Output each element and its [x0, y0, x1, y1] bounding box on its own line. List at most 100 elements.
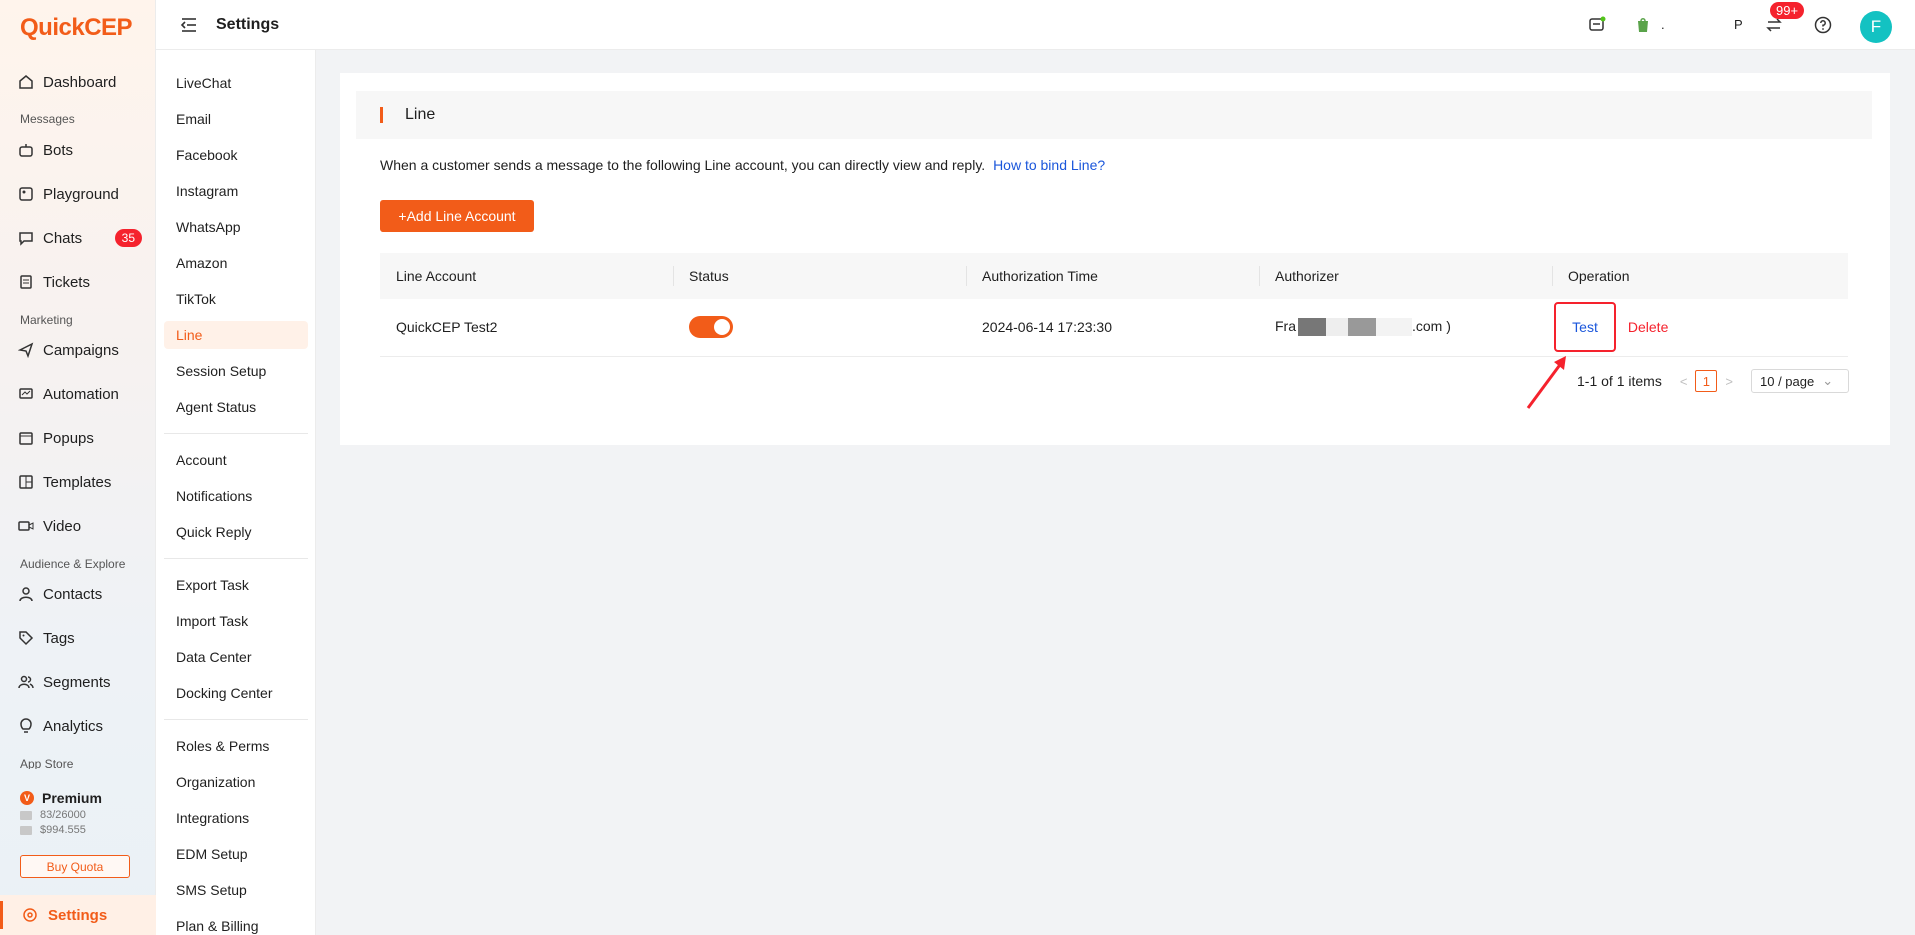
- section-accent-bar: [380, 107, 383, 123]
- prev-page-icon[interactable]: <: [1680, 374, 1688, 389]
- submenu-account[interactable]: Account: [164, 446, 308, 474]
- nav-group-marketing: Marketing: [20, 313, 73, 327]
- submenu-docking-center[interactable]: Docking Center: [164, 679, 308, 707]
- nav-settings[interactable]: Settings: [0, 895, 156, 935]
- submenu-amazon[interactable]: Amazon: [164, 249, 308, 277]
- nav-tickets[interactable]: Tickets: [0, 267, 156, 297]
- nav-chats-label: Chats: [43, 229, 83, 247]
- page-size-select[interactable]: 10 / page ⌄: [1751, 369, 1850, 393]
- user-icon: [18, 586, 34, 602]
- column-header-status: Status: [673, 253, 966, 299]
- page-title: Settings: [216, 16, 280, 33]
- nav-bots-label: Bots: [43, 141, 74, 159]
- nav-popups[interactable]: Popups: [0, 423, 156, 453]
- submenu-email[interactable]: Email: [164, 105, 308, 133]
- submenu-facebook[interactable]: Facebook: [164, 141, 308, 169]
- quota-balance-row: $994.555: [20, 824, 140, 836]
- submenu-divider: [164, 558, 308, 559]
- nav-contacts-label: Contacts: [43, 585, 103, 603]
- page-size-value: 10 / page: [1760, 373, 1815, 389]
- submenu-instagram[interactable]: Instagram: [164, 177, 308, 205]
- nav-automation[interactable]: Automation: [0, 379, 156, 409]
- quickcep-logo[interactable]: QuickCEP: [20, 14, 133, 42]
- submenu-export-task[interactable]: Export Task: [164, 571, 308, 599]
- redacted-block: [1326, 318, 1348, 337]
- nav-campaigns[interactable]: Campaigns: [0, 335, 156, 365]
- nav-bots[interactable]: Bots: [0, 135, 156, 165]
- nav-templates[interactable]: Templates: [0, 467, 156, 497]
- submenu-livechat[interactable]: LiveChat: [164, 69, 308, 97]
- submenu-whatsapp[interactable]: WhatsApp: [164, 213, 308, 241]
- pagination-summary: 1-1 of 1 items: [1577, 373, 1662, 389]
- submenu-roles-perms[interactable]: Roles & Perms: [164, 732, 308, 760]
- submenu-tiktok[interactable]: TikTok: [164, 285, 308, 313]
- column-header-authorizer: Authorizer: [1259, 253, 1552, 299]
- nav-video[interactable]: Video: [0, 511, 156, 541]
- submenu-import-task[interactable]: Import Task: [164, 607, 308, 635]
- submenu-line[interactable]: Line: [164, 321, 308, 349]
- nav-chats[interactable]: Chats 35: [0, 223, 156, 253]
- bulb-icon: [18, 718, 34, 734]
- user-initial[interactable]: P: [1734, 17, 1743, 32]
- nav-tags[interactable]: Tags: [0, 623, 156, 653]
- left-sidebar: QuickCEP Dashboard Messages Bots Playgro…: [0, 0, 156, 935]
- how-to-bind-link[interactable]: How to bind Line?: [993, 157, 1105, 173]
- submenu-session-setup[interactable]: Session Setup: [164, 357, 308, 385]
- submenu-plan-billing[interactable]: Plan & Billing: [164, 912, 308, 935]
- next-page-icon[interactable]: >: [1725, 374, 1733, 389]
- automation-icon: [18, 386, 34, 402]
- table-row: QuickCEP Test2 2024-06-14 17:23:30 Fra .c…: [380, 299, 1848, 357]
- submenu-notifications[interactable]: Notifications: [164, 482, 308, 510]
- submenu-edm-setup[interactable]: EDM Setup: [164, 840, 308, 868]
- test-button[interactable]: Test: [1554, 302, 1616, 353]
- column-header-auth-time: Authorization Time: [966, 253, 1259, 299]
- nav-contacts[interactable]: Contacts: [0, 579, 156, 609]
- help-icon[interactable]: [1814, 16, 1832, 34]
- nav-popups-label: Popups: [43, 429, 94, 447]
- section-title: Line: [405, 106, 436, 123]
- cell-account: QuickCEP Test2: [380, 299, 673, 357]
- notification-badge: 99+: [1770, 2, 1805, 19]
- ticket-icon: [18, 274, 34, 290]
- nav-dashboard-label: Dashboard: [43, 73, 117, 91]
- nav-playground[interactable]: Playground: [0, 179, 156, 209]
- redacted-block: [1298, 318, 1326, 337]
- nav-analytics[interactable]: Analytics: [0, 711, 156, 741]
- submenu-data-center[interactable]: Data Center: [164, 643, 308, 671]
- store-name[interactable]: .: [1661, 17, 1665, 32]
- submenu-quick-reply[interactable]: Quick Reply: [164, 518, 308, 546]
- redacted-block: [1348, 318, 1376, 337]
- submenu-organization[interactable]: Organization: [164, 768, 308, 796]
- menu-fold-icon[interactable]: [180, 16, 198, 34]
- nav-group-appstore: App Store: [20, 757, 74, 769]
- section-description: When a customer sends a message to the f…: [380, 157, 1105, 173]
- status-toggle[interactable]: [689, 316, 733, 339]
- nav-segments-label: Segments: [43, 673, 111, 691]
- submenu-sms-setup[interactable]: SMS Setup: [164, 876, 308, 904]
- shopify-icon[interactable]: [1634, 16, 1652, 34]
- authorizer-suffix: .com ): [1412, 318, 1451, 335]
- cell-operation: Test Delete: [1552, 299, 1848, 357]
- add-line-account-button[interactable]: +Add Line Account: [380, 200, 534, 232]
- popup-icon: [18, 430, 34, 446]
- authorizer-prefix: Fra: [1275, 318, 1296, 335]
- user-avatar[interactable]: F: [1860, 11, 1892, 43]
- quota-balance: $994.555: [40, 824, 86, 836]
- cell-status: [673, 299, 966, 357]
- nav-automation-label: Automation: [43, 385, 119, 403]
- mail-icon: [20, 810, 32, 820]
- nav-group-audience: Audience & Explore: [20, 557, 126, 571]
- delete-button[interactable]: Delete: [1628, 319, 1668, 335]
- submenu-agent-status[interactable]: Agent Status: [164, 393, 308, 421]
- nav-templates-label: Templates: [43, 473, 112, 491]
- message-status-icon[interactable]: [1588, 16, 1606, 34]
- nav-video-label: Video: [43, 517, 82, 535]
- nav-segments[interactable]: Segments: [0, 667, 156, 697]
- premium-title: V Premium: [20, 790, 140, 806]
- nav-dashboard[interactable]: Dashboard: [0, 67, 156, 97]
- pagination: 1-1 of 1 items < 1 > 10 / page ⌄: [1577, 369, 1850, 393]
- buy-quota-button[interactable]: Buy Quota: [20, 855, 130, 878]
- submenu-integrations[interactable]: Integrations: [164, 804, 308, 832]
- home-icon: [18, 74, 34, 90]
- page-button-current[interactable]: 1: [1695, 370, 1718, 392]
